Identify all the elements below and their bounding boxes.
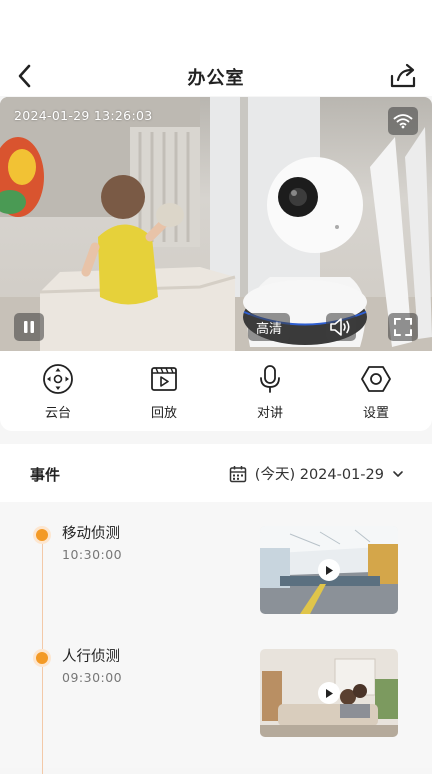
video-timestamp: 2024-01-29 13:26:03 bbox=[14, 108, 153, 123]
play-icon bbox=[318, 682, 340, 704]
ptz-label: 云台 bbox=[44, 406, 71, 421]
events-title: 事件 bbox=[30, 466, 61, 484]
share-icon bbox=[390, 63, 416, 88]
playback-icon bbox=[151, 367, 177, 391]
event-name: 人行侦测 bbox=[62, 649, 120, 665]
event-thumbnail[interactable] bbox=[260, 649, 398, 737]
pause-button[interactable] bbox=[14, 313, 44, 341]
wifi-icon bbox=[393, 114, 413, 129]
calendar-icon bbox=[229, 465, 247, 482]
timeline-dot bbox=[36, 529, 48, 541]
top-bar: 办公室 bbox=[0, 0, 432, 96]
share-button[interactable] bbox=[388, 60, 418, 92]
pause-icon bbox=[24, 321, 34, 333]
date-label: (今天) 2024-01-29 bbox=[254, 467, 384, 483]
event-time: 09:30:00 bbox=[62, 670, 123, 685]
hexagon-settings-icon bbox=[361, 366, 391, 392]
playback-button[interactable]: 回放 bbox=[124, 363, 204, 421]
intercom-label: 对讲 bbox=[256, 406, 283, 421]
speaker-icon bbox=[330, 318, 350, 336]
fullscreen-icon bbox=[394, 318, 412, 336]
event-thumbnail[interactable] bbox=[260, 526, 398, 614]
quality-button[interactable]: 高清 bbox=[248, 313, 290, 341]
settings-button[interactable]: 设置 bbox=[336, 363, 416, 421]
fullscreen-button[interactable] bbox=[388, 313, 418, 341]
event-item[interactable]: 移动侦测 10:30:00 bbox=[0, 526, 432, 622]
date-picker[interactable]: (今天) 2024-01-29 bbox=[229, 463, 404, 484]
event-item[interactable]: 人行侦测 09:30:00 bbox=[0, 649, 432, 745]
event-name: 移动侦测 bbox=[62, 526, 120, 542]
page-title: 办公室 bbox=[187, 68, 245, 89]
intercom-button[interactable]: 对讲 bbox=[230, 363, 310, 421]
ptz-button[interactable]: 云台 bbox=[18, 363, 98, 421]
play-icon bbox=[318, 559, 340, 581]
function-toolbar: 云台 回放 对讲 设置 bbox=[0, 351, 432, 431]
event-time: 10:30:00 bbox=[62, 547, 123, 562]
playback-label: 回放 bbox=[150, 406, 177, 421]
joystick-icon bbox=[43, 364, 73, 394]
events-header: 事件 (今天) 2024-01-29 bbox=[0, 444, 432, 502]
settings-label: 设置 bbox=[362, 406, 389, 421]
live-video[interactable]: 2024-01-29 13:26:03 高清 bbox=[0, 97, 432, 351]
chevron-down-icon bbox=[393, 470, 403, 477]
events-section: 事件 (今天) 2024-01-29 移动侦测 10:30:00 人行侦测 09… bbox=[0, 444, 432, 774]
wifi-status-button[interactable] bbox=[388, 107, 418, 135]
microphone-icon bbox=[260, 365, 280, 393]
sound-button[interactable] bbox=[326, 313, 356, 341]
timeline-dot bbox=[36, 652, 48, 664]
camera-feed-image bbox=[0, 97, 432, 351]
